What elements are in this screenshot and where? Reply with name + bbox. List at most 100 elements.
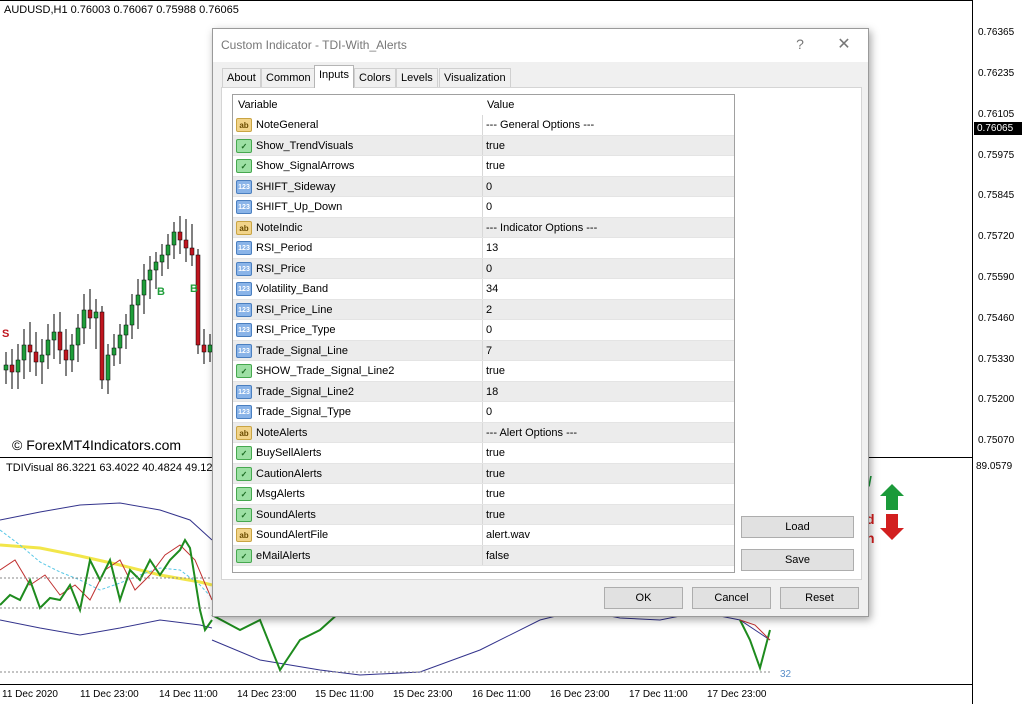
input-row[interactable]: 123 SHIFT_Up_Down 0 [233, 197, 734, 218]
candle-body [111, 347, 117, 356]
input-value[interactable]: alert.wav [486, 525, 530, 545]
candle-body [183, 239, 189, 249]
input-variable-name: SoundAlerts [256, 508, 316, 521]
input-value[interactable]: 0 [486, 197, 492, 217]
buy-signal-label: B [190, 283, 198, 295]
tab-inputs[interactable]: Inputs [314, 65, 354, 88]
input-row[interactable]: 123 Volatility_Band 34 [233, 279, 734, 300]
candle-body [189, 247, 195, 256]
input-row[interactable]: ab NoteGeneral --- General Options --- [233, 115, 734, 136]
bool-type-icon: ✓ [236, 446, 252, 460]
candle-body [123, 324, 129, 336]
input-value[interactable]: true [486, 136, 505, 156]
input-value[interactable]: 0 [486, 177, 492, 197]
candle-body [165, 244, 171, 256]
input-row[interactable]: ab SoundAlertFile alert.wav [233, 525, 734, 546]
input-variable-name: BuySellAlerts [256, 447, 322, 459]
input-value[interactable]: true [486, 484, 505, 504]
lower-band-line [0, 619, 213, 636]
input-value[interactable]: true [486, 505, 505, 525]
string-type-icon: ab [236, 118, 252, 132]
input-row[interactable]: 123 RSI_Price 0 [233, 258, 734, 279]
input-row[interactable]: 123 Trade_Signal_Line2 18 [233, 381, 734, 402]
input-value[interactable]: true [486, 361, 505, 381]
input-row[interactable]: ab NoteIndic --- Indicator Options --- [233, 217, 734, 238]
column-header-variable[interactable]: Variable [233, 95, 278, 115]
input-row[interactable]: 123 RSI_Price_Line 2 [233, 299, 734, 320]
input-row[interactable]: ✓ CautionAlerts true [233, 463, 734, 484]
input-variable-name: SoundAlertFile [256, 529, 329, 541]
rsi-price-line [211, 611, 341, 673]
load-button[interactable]: Load [741, 516, 854, 538]
save-button[interactable]: Save [741, 549, 854, 571]
time-axis-label: 16 Dec 23:00 [550, 689, 610, 700]
tab-common[interactable]: Common [261, 68, 316, 87]
input-value[interactable]: 34 [486, 279, 498, 299]
tab-levels[interactable]: Levels [396, 68, 438, 87]
input-variable-name: eMailAlerts [256, 549, 311, 562]
tab-about[interactable]: About [222, 68, 261, 87]
input-variable-name: Trade_Signal_Line2 [256, 385, 355, 398]
input-variable-name: CautionAlerts [256, 467, 323, 480]
cancel-button[interactable]: Cancel [692, 587, 771, 609]
input-value[interactable]: 7 [486, 341, 492, 361]
tab-colors[interactable]: Colors [354, 68, 396, 87]
input-row[interactable]: 123 RSI_Price_Type 0 [233, 320, 734, 341]
input-row[interactable]: ✓ Show_TrendVisuals true [233, 135, 734, 156]
dialog-titlebar[interactable]: Custom Indicator - TDI-With_Alerts ? ✕ [213, 29, 868, 62]
input-value[interactable]: 0 [486, 320, 492, 340]
help-icon[interactable]: ? [793, 36, 807, 52]
ok-button[interactable]: OK [604, 587, 683, 609]
time-axis-label: 11 Dec 23:00 [80, 689, 139, 700]
time-axis-label: 14 Dec 23:00 [237, 689, 297, 700]
input-value[interactable]: --- General Options --- [486, 115, 594, 135]
column-separator [482, 525, 483, 545]
column-separator [482, 545, 483, 565]
input-variable-name: SHIFT_Sideway [256, 180, 336, 193]
input-value[interactable]: 13 [486, 238, 498, 258]
input-row[interactable]: 123 Trade_Signal_Type 0 [233, 402, 734, 423]
input-value[interactable]: --- Alert Options --- [486, 423, 577, 443]
bool-type-icon: ✓ [236, 487, 252, 501]
input-row[interactable]: ✓ SHOW_Trade_Signal_Line2 true [233, 361, 734, 382]
input-value[interactable]: 0 [486, 259, 492, 279]
price-axis-label: 0.76105 [978, 109, 1015, 120]
input-row[interactable]: ✓ MsgAlerts true [233, 484, 734, 505]
bool-type-icon: ✓ [236, 466, 252, 481]
input-row[interactable]: ✓ BuySellAlerts true [233, 443, 734, 464]
input-row[interactable]: ✓ eMailAlerts false [233, 545, 734, 566]
input-row[interactable]: 123 Trade_Signal_Line 7 [233, 340, 734, 361]
input-row[interactable]: ✓ Show_SignalArrows true [233, 156, 734, 177]
input-value[interactable]: 2 [486, 300, 492, 320]
candle-body [141, 279, 147, 296]
column-separator [482, 135, 483, 155]
inputs-panel: Variable Value ab NoteGeneral --- General … [221, 87, 862, 580]
input-variable-name: Show_SignalArrows [256, 160, 355, 172]
candle-body [117, 334, 123, 349]
candle-body [81, 309, 87, 329]
price-axis-label: 0.75845 [978, 190, 1015, 201]
price-axis-label: 0.76365 [978, 27, 1015, 38]
input-value[interactable]: --- Indicator Options --- [486, 218, 597, 238]
candle-body [21, 344, 27, 361]
input-variable-name: NoteIndic [256, 221, 303, 234]
column-separator [482, 279, 483, 299]
input-value[interactable]: 18 [486, 382, 498, 402]
input-row[interactable]: 123 SHIFT_Sideway 0 [233, 176, 734, 197]
time-axis-label: 15 Dec 23:00 [393, 689, 453, 700]
number-type-icon: 123 [236, 405, 252, 419]
input-row[interactable]: ab NoteAlerts --- Alert Options --- [233, 422, 734, 443]
bool-type-icon: ✓ [236, 507, 252, 522]
close-icon[interactable]: ✕ [836, 34, 852, 54]
input-value[interactable]: true [486, 464, 505, 484]
tab-visualization[interactable]: Visualization [439, 68, 511, 87]
input-value[interactable]: true [486, 443, 505, 463]
input-value[interactable]: false [486, 546, 509, 566]
input-value[interactable]: true [486, 156, 505, 176]
reset-button[interactable]: Reset [780, 587, 859, 609]
input-row[interactable]: ✓ SoundAlerts true [233, 504, 734, 525]
column-header-value[interactable]: Value [482, 95, 514, 115]
input-row[interactable]: 123 RSI_Period 13 [233, 238, 734, 259]
input-value[interactable]: 0 [486, 402, 492, 422]
time-axis-label: 17 Dec 23:00 [707, 689, 767, 700]
